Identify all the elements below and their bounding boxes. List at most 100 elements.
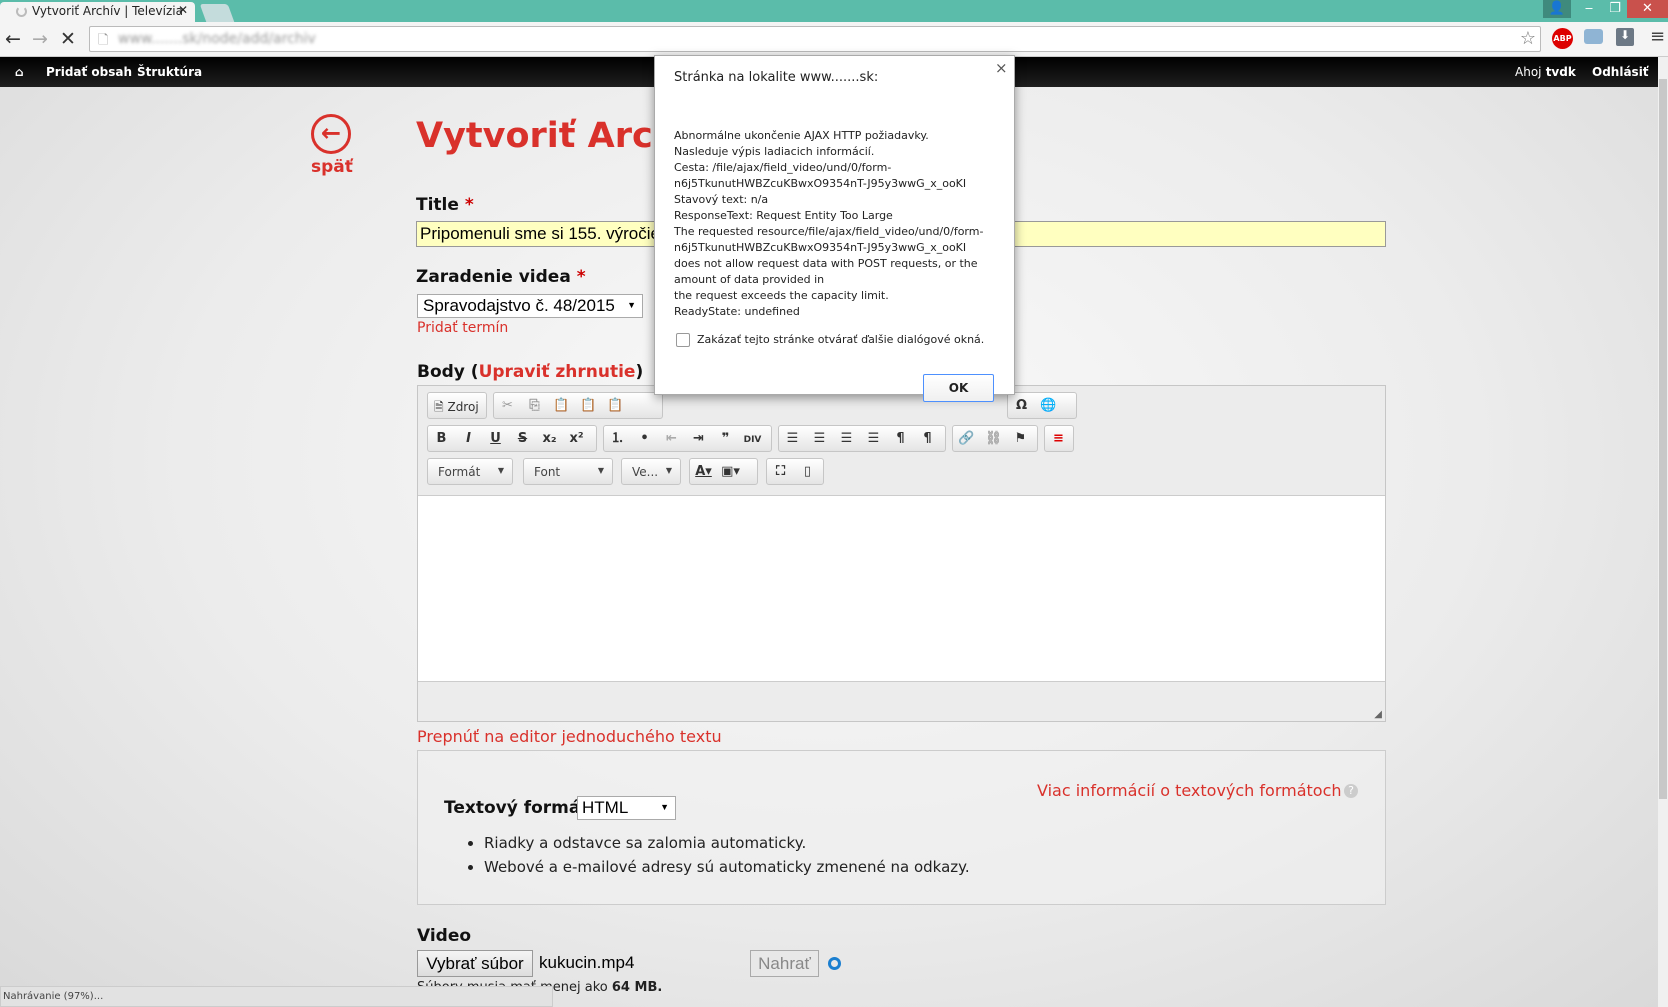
paste-icon[interactable]: 📋 [548,393,575,418]
switch-editor-link[interactable]: Prepnúť na editor jednoduchého textu [417,727,722,746]
back-arrow-icon[interactable]: ← [311,114,351,154]
subscript-icon[interactable]: x₂ [536,426,563,451]
browser-tab[interactable]: Vytvoriť Archív | Televízia ✕ [0,2,195,22]
add-term-link[interactable]: Pridať termín [417,320,508,336]
anchor-icon[interactable]: ⚑ [1007,426,1034,451]
unlink-icon[interactable]: ⛓ [980,426,1007,451]
required-mark: * [576,267,586,287]
scrollbar[interactable] [1658,57,1668,1007]
add-content-link[interactable]: Pridať obsah [46,65,132,79]
bg-color-icon[interactable]: ▣▾ [717,459,744,484]
text-format-select[interactable]: HTML ▼ [577,796,676,820]
message-line: does not allow request data with POST re… [674,257,978,270]
message-line: the request exceeds the capacity limit. [674,289,889,302]
text-color-icon[interactable]: A▾ [690,459,717,484]
message-line: Stavový text: n/a [674,193,769,206]
dialog-message: Abnormálne ukončenie AJAX HTTP požiadavk… [674,128,983,320]
greeting-text: Ahoj [1515,65,1542,79]
link-icon[interactable]: 🔗 [953,426,980,451]
help-icon[interactable]: ? [1344,784,1358,798]
structure-link[interactable]: Štruktúra [137,65,202,79]
link-group: 🔗 ⛓ ⚑ [952,425,1038,452]
home-icon[interactable]: ⌂ [15,65,24,79]
profile-icon[interactable]: 👤 [1543,0,1571,18]
choose-file-button[interactable]: Vybrať súbor [417,950,533,977]
username[interactable]: tvdk [1546,65,1576,79]
dropdown-arrow-icon: ▼ [497,466,504,475]
title-label: Title * [416,195,474,215]
copy-icon[interactable]: ⎘ [521,393,548,418]
menu-icon[interactable]: ≡ [1650,26,1665,47]
iframe-icon[interactable]: 🌐 [1035,393,1062,418]
back-link[interactable]: späť [311,157,353,177]
align-right-icon[interactable]: ☰ [833,426,860,451]
indent-icon[interactable]: ⇥ [685,426,712,451]
outdent-icon[interactable]: ⇤ [658,426,685,451]
body-label-end: ) [635,362,644,382]
upload-button[interactable]: Nahrať [750,950,819,977]
font-label: Font [534,465,561,479]
div-icon[interactable]: DIV [739,428,766,453]
font-combo[interactable]: Font ▼ [523,458,613,485]
rtl-icon[interactable]: ¶ [914,426,941,451]
special-char-icon[interactable]: Ω [1008,393,1035,418]
camera-icon[interactable] [1584,29,1603,44]
format-combo[interactable]: Formát ▼ [427,458,513,485]
align-left-icon[interactable]: ☰ [779,426,806,451]
address-bar[interactable]: www.......sk/node/add/archiv 🗋 ☆ [89,26,1541,52]
strike-icon[interactable]: S [509,426,536,451]
message-line: amount of data provided in [674,273,825,286]
underline-icon[interactable]: U [482,426,509,451]
suppress-dialogs-label[interactable]: Zakázať tejto stránke otvárať ďalšie dia… [697,333,984,346]
download-icon[interactable]: ⬇ [1616,28,1634,46]
bold-icon[interactable]: B [428,426,455,451]
source-button[interactable]: 🗎 Zdroj [427,392,487,419]
status-bar: Nahrávanie (97%)... [0,986,553,1007]
italic-icon[interactable]: I [455,426,482,451]
forward-icon[interactable]: → [32,28,48,50]
scrollbar-thumb[interactable] [1659,79,1667,799]
text-format-fieldset: Viac informácií o textových formátoch ? … [417,750,1386,905]
cut-icon[interactable]: ✂ [494,393,521,418]
text-format-value: HTML [582,798,629,817]
paste-text-icon[interactable]: 📋 [575,393,602,418]
tab-strip [0,0,1668,22]
rich-text-editor: 🗎 Zdroj ✂ ⎘ 📋 📋 📋 Ω 🌐 B I U Sx₂ x² ⒈ • ⇤ ⇥ ❞ DIV ☰ ☰ ☰ ☰ ¶… [417,385,1386,722]
align-group: ☰ ☰ ☰ ☰ ¶ ¶ [778,425,946,452]
blockquote-icon[interactable]: ❞ [712,426,739,451]
edit-summary-link[interactable]: Upraviť zhrnutie [479,362,636,382]
ok-button[interactable]: OK [923,374,994,402]
superscript-icon[interactable]: x² [563,426,590,451]
close-tab-icon[interactable]: ✕ [178,3,188,17]
dialog-close-icon[interactable]: × [995,59,1008,77]
loading-spinner-icon [16,6,27,17]
justify-icon[interactable]: ☰ [860,426,887,451]
restore-button[interactable]: ❐ [1602,0,1628,18]
source-label: Zdroj [447,400,479,414]
size-combo[interactable]: Ve... ▼ [621,458,681,485]
basic-styles-group: B I U Sx₂ x² [427,425,597,452]
align-center-icon[interactable]: ☰ [806,426,833,451]
bookmark-star-icon[interactable]: ☆ [1520,28,1536,49]
show-blocks-icon[interactable]: ▯ [794,459,821,484]
numbered-list-icon[interactable]: ⒈ [604,426,631,451]
category-value: Spravodajstvo č. 48/2015 [423,296,615,315]
insert-group: Ω 🌐 [1007,392,1077,419]
minimize-button[interactable]: ‒ [1576,0,1602,18]
back-icon[interactable]: ← [5,28,21,50]
close-window-button[interactable]: ✕ [1627,0,1668,18]
adblock-icon[interactable]: ABP [1552,28,1573,49]
paste-word-icon[interactable]: 📋 [602,393,629,418]
page-icon: 🗋 [98,33,109,48]
page-break-button[interactable]: ≡ [1044,425,1074,452]
logout-link[interactable]: Odhlásiť [1592,65,1649,79]
suppress-dialogs-checkbox[interactable] [676,333,690,347]
category-select[interactable]: Spravodajstvo č. 48/2015 ▼ [417,294,643,318]
maximize-icon[interactable]: ⛶ [767,459,794,484]
bullet-list-icon[interactable]: • [631,426,658,451]
resize-handle-icon[interactable]: ◢ [1374,709,1382,720]
stop-icon[interactable]: ✕ [60,28,76,50]
editor-content-area[interactable] [418,495,1385,682]
ltr-icon[interactable]: ¶ [887,426,914,451]
format-help-link[interactable]: Viac informácií o textových formátoch [1037,781,1342,800]
